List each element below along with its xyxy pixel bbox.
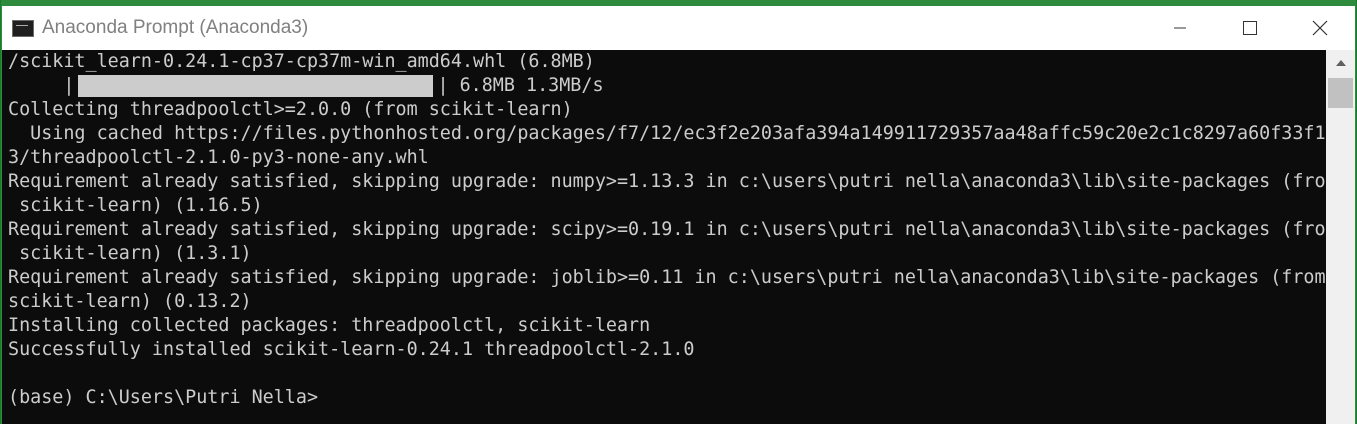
console-line: scikit-learn) (1.3.1) — [8, 243, 252, 264]
scrollbar-thumb[interactable] — [1328, 78, 1353, 108]
console-window: Anaconda Prompt (Anaconda3) /scikit_lear… — [1, 0, 1356, 424]
console-line: Requirement already satisfied, skipping … — [8, 219, 1326, 240]
minimize-icon — [1174, 27, 1186, 29]
window-controls — [1145, 6, 1355, 50]
console-line: Successfully installed scikit-learn-0.24… — [8, 339, 695, 360]
console-line: Using cached https://files.pythonhosted.… — [8, 123, 1326, 144]
download-progress-bar — [78, 75, 434, 97]
console-line: Requirement already satisfied, skipping … — [8, 267, 1326, 288]
console-line: /scikit_learn-0.24.1-cp37-cp37m-win_amd6… — [8, 51, 595, 72]
console-app-icon[interactable] — [12, 19, 34, 37]
window-title: Anaconda Prompt (Anaconda3) — [42, 17, 309, 38]
console-line: Installing collected packages: threadpoo… — [8, 315, 651, 336]
maximize-button[interactable] — [1215, 6, 1285, 50]
scroll-up-arrow-icon — [1335, 60, 1346, 66]
console-line: Requirement already satisfied, skipping … — [8, 171, 1326, 192]
vertical-scrollbar[interactable] — [1326, 50, 1355, 424]
progress-suffix: | 6.8MB 1.3MB/s — [437, 75, 604, 96]
console-line: 3/threadpoolctl-2.1.0-py3-none-any.whl — [8, 147, 429, 168]
download-progress-line: | | 6.8MB 1.3MB/s — [2, 74, 1326, 98]
console-line: scikit-learn) (1.16.5) — [8, 195, 263, 216]
progress-prefix: | — [8, 75, 75, 96]
scroll-up-button[interactable] — [1326, 50, 1355, 76]
close-icon — [1312, 20, 1328, 36]
console-output[interactable]: /scikit_learn-0.24.1-cp37-cp37m-win_amd6… — [2, 50, 1326, 424]
console-line: scikit-learn) (0.13.2) — [8, 291, 252, 312]
close-button[interactable] — [1285, 6, 1355, 50]
console-line: Collecting threadpoolctl>=2.0.0 (from sc… — [8, 99, 573, 120]
title-bar[interactable]: Anaconda Prompt (Anaconda3) — [2, 6, 1355, 50]
command-prompt[interactable]: (base) C:\Users\Putri Nella> — [2, 386, 1326, 410]
minimize-button[interactable] — [1145, 6, 1215, 50]
maximize-icon — [1243, 21, 1257, 35]
